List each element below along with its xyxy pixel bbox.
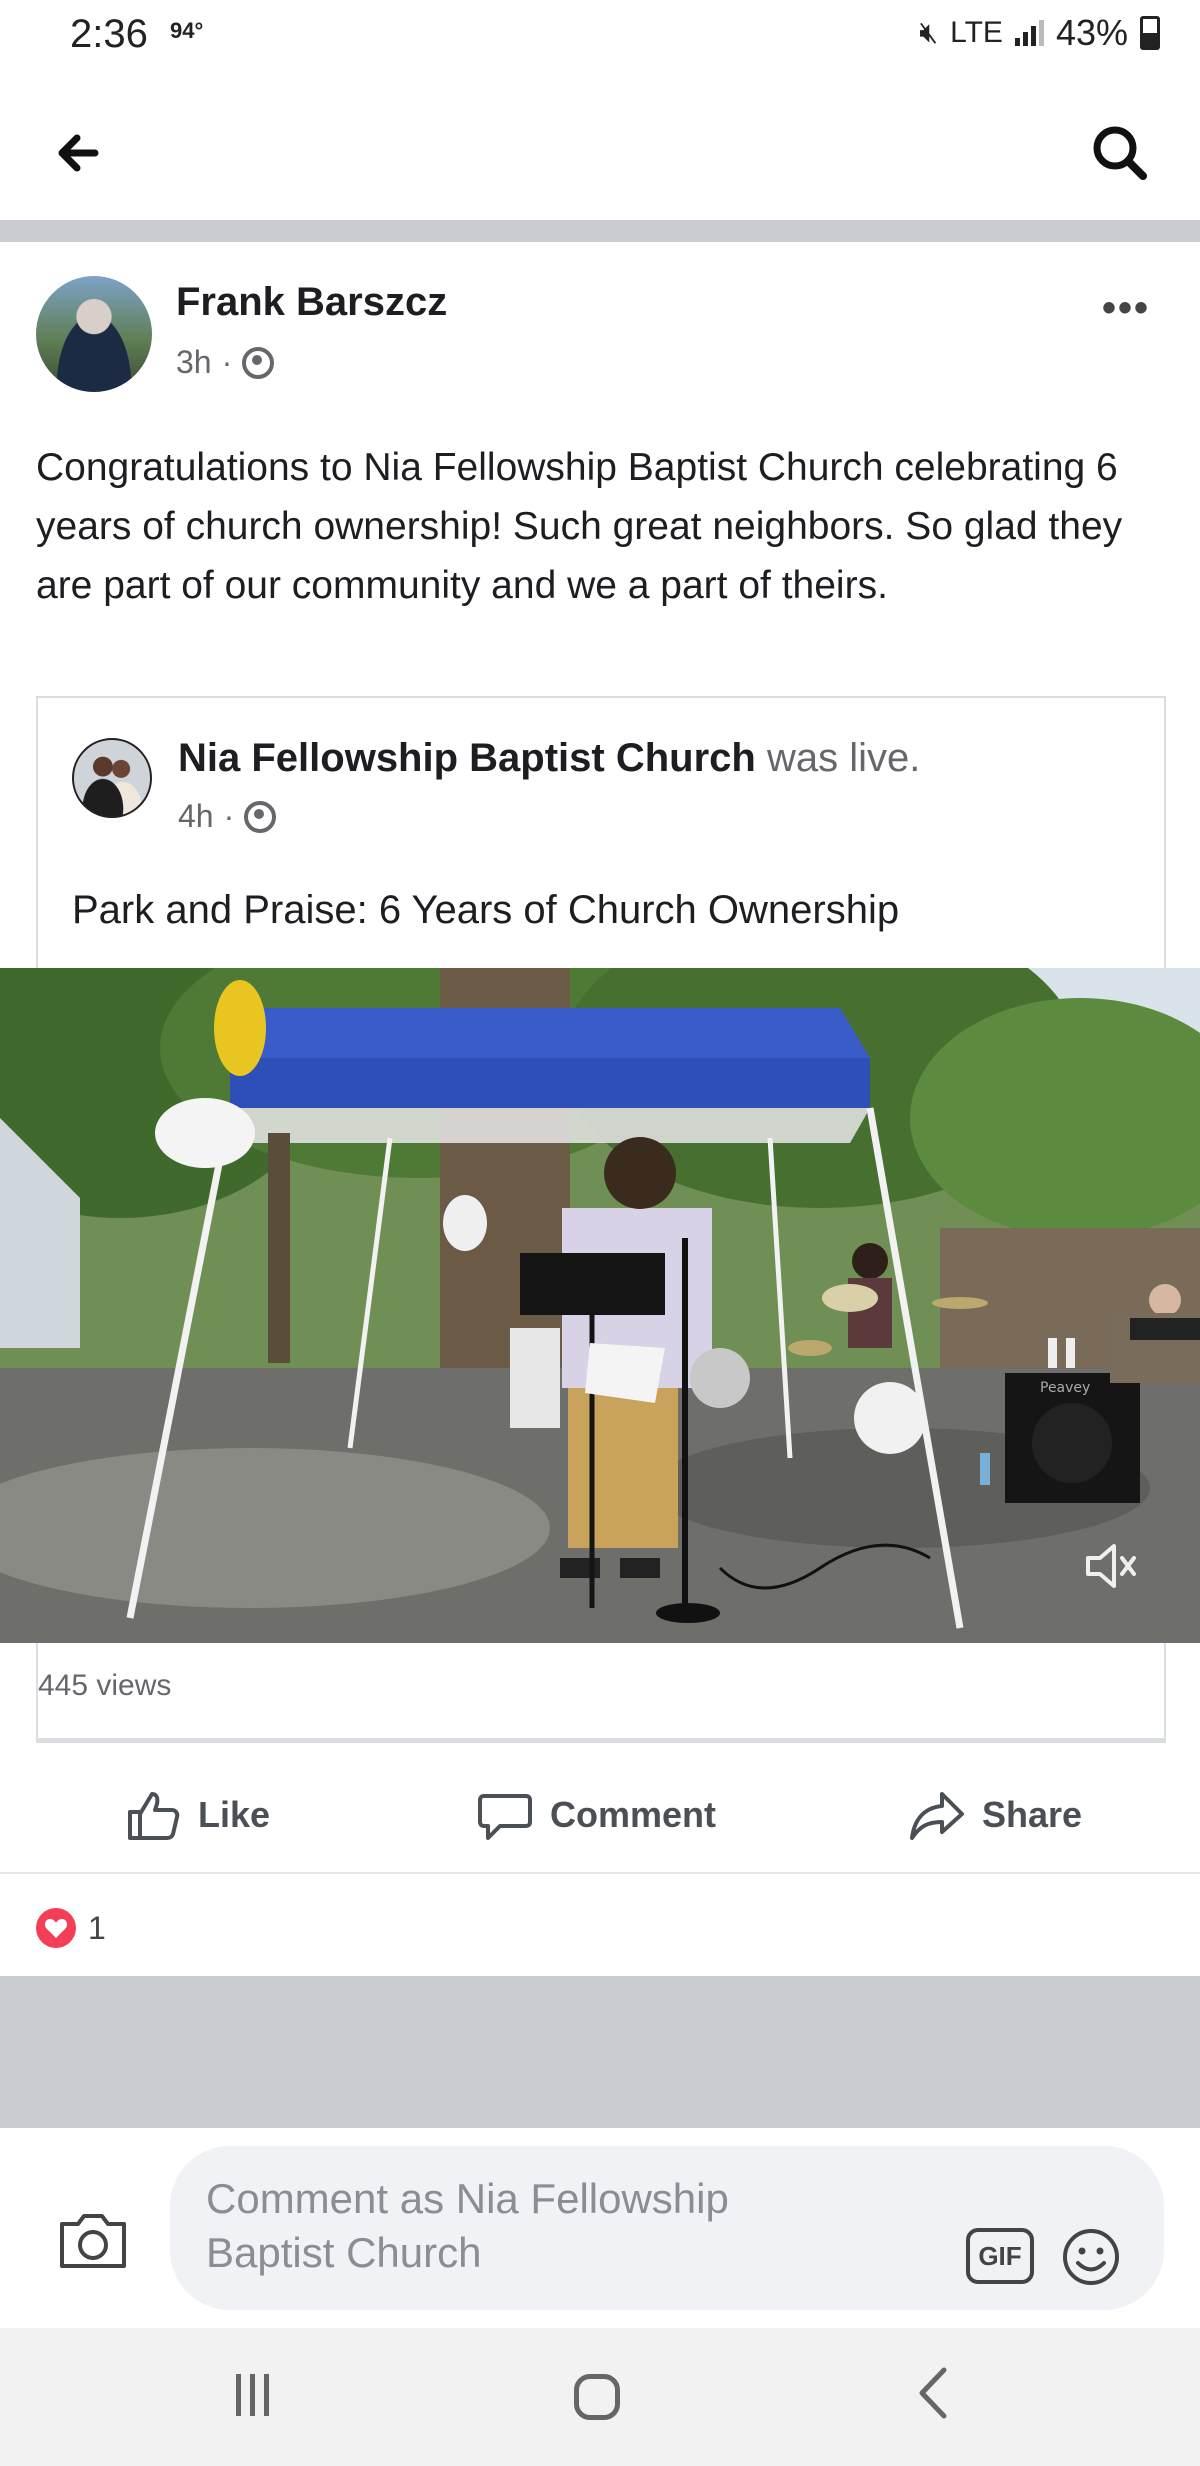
comment-bubble-icon (478, 1794, 532, 1840)
action-bar: Like Comment Share (0, 1760, 1200, 1870)
mute-icon: 🔇︎ (919, 16, 939, 49)
back-arrow-icon[interactable] (45, 118, 115, 188)
post-meta: 3h · (176, 344, 275, 381)
comment-input[interactable]: Comment as Nia Fellowship Baptist Church… (170, 2146, 1164, 2310)
comment-label: Comment (550, 1794, 717, 1835)
search-icon[interactable] (1085, 118, 1155, 188)
status-indicators: 🔇︎ LTE 43% (919, 12, 1160, 54)
home-icon[interactable] (574, 2374, 620, 2420)
author-avatar[interactable] (36, 276, 152, 392)
separator-band (0, 1976, 1200, 2128)
shared-description: Park and Praise: 6 Years of Church Owner… (72, 888, 900, 932)
live-status: was live. (766, 736, 921, 780)
status-bar: 2:36 94° 🔇︎ LTE 43% (0, 0, 1200, 80)
share-label: Share (982, 1794, 1083, 1835)
globe-icon (244, 800, 277, 833)
like-label: Like (198, 1794, 271, 1835)
camera-icon[interactable] (56, 2210, 130, 2272)
battery-icon (1140, 16, 1160, 50)
post-text: Congratulations to Nia Fellowship Baptis… (36, 446, 1123, 607)
system-back-icon[interactable] (908, 2358, 958, 2443)
shared-page-name[interactable]: Nia Fellowship Baptist Church (178, 736, 756, 780)
reactions-summary[interactable]: 1 (36, 1908, 106, 1948)
video-player[interactable]: Peavey (0, 968, 1200, 1643)
battery-percent: 43% (1055, 12, 1128, 53)
share-button[interactable]: Share (908, 1780, 1082, 1850)
network-label: LTE (950, 16, 1003, 49)
signal-icon (1014, 20, 1044, 46)
meta-dot: · (223, 798, 235, 834)
status-time: 2:36 (70, 12, 148, 56)
divider (0, 1872, 1200, 1874)
meta-dot: · (221, 344, 233, 380)
recent-apps-icon[interactable] (236, 2374, 280, 2416)
reaction-count: 1 (88, 1909, 106, 1946)
post-time[interactable]: 3h (176, 344, 212, 381)
top-navigation (0, 80, 1200, 220)
separator (0, 220, 1200, 242)
author-name[interactable]: Frank Barszcz (176, 280, 447, 325)
globe-icon (242, 346, 275, 379)
more-options-icon[interactable]: ••• (1102, 286, 1150, 331)
like-button[interactable]: Like (124, 1780, 270, 1850)
amp-logo: Peavey (1040, 1380, 1090, 1396)
shared-page-avatar[interactable] (72, 738, 152, 818)
view-count: 445 views (38, 1669, 172, 1702)
gif-button[interactable]: GIF (966, 2228, 1034, 2284)
shared-post-card[interactable]: Nia Fellowship Baptist Church was live. … (36, 696, 1166, 968)
status-temperature: 94° (170, 18, 204, 43)
shared-meta: 4h · (178, 798, 277, 835)
thumbs-up-icon (128, 1792, 180, 1840)
comment-composer: Comment as Nia Fellowship Baptist Church… (0, 2128, 1200, 2328)
views-bar: 445 views (36, 1643, 1166, 1743)
system-navigation-bar (0, 2328, 1200, 2466)
mute-video-icon[interactable] (1080, 1536, 1140, 1596)
shared-time[interactable]: 4h (178, 798, 214, 835)
heart-reaction-icon (36, 1908, 76, 1948)
shared-title: Nia Fellowship Baptist Church was live. (178, 736, 920, 781)
video-frame: Peavey (0, 968, 1200, 1643)
comment-placeholder: Comment as Nia Fellowship Baptist Church (206, 2175, 729, 2276)
emoji-icon[interactable] (1060, 2226, 1122, 2288)
share-arrow-icon (910, 1792, 964, 1840)
comment-button[interactable]: Comment (476, 1780, 716, 1850)
